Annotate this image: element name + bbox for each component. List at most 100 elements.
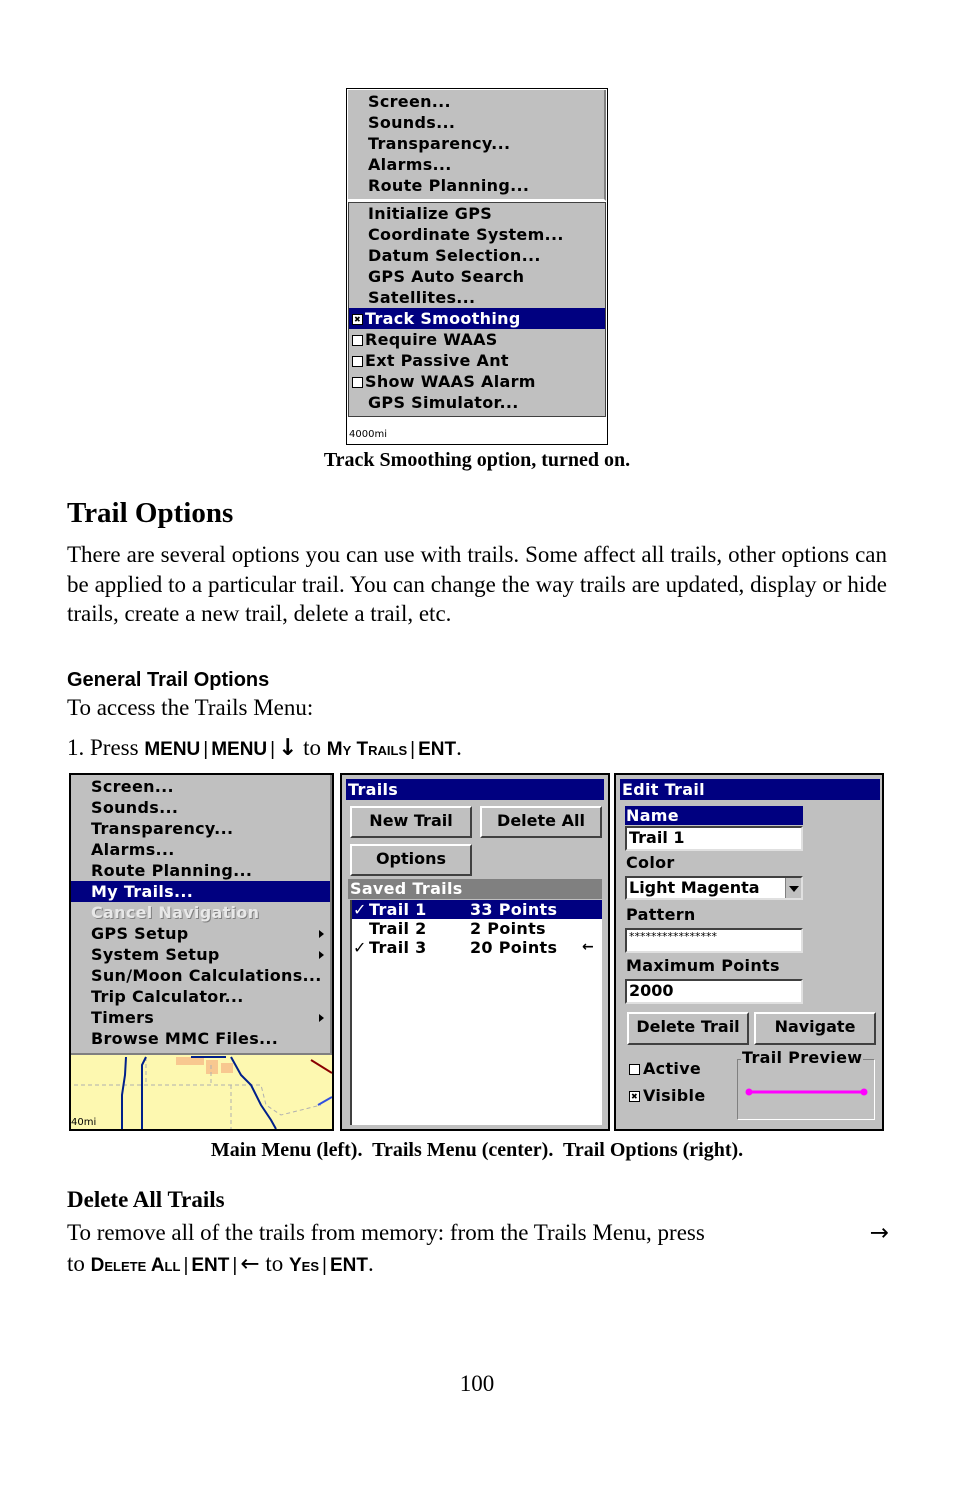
figure2-caption: Main Menu (left). Trails Menu (center). … — [210, 1139, 744, 1161]
main-menu-item[interactable]: Browse MMC Files... — [71, 1028, 330, 1049]
trail-preview-line — [745, 1088, 868, 1096]
menu-item-label: Browse MMC Files... — [91, 1029, 279, 1048]
menu-item-label: Require WAAS — [365, 330, 498, 349]
menu-item-label: Track Smoothing — [365, 309, 521, 328]
checkbox-icon[interactable] — [352, 335, 363, 346]
active-checkbox[interactable]: Active — [629, 1059, 701, 1078]
main-menu-item[interactable]: Trip Calculator... — [71, 986, 330, 1007]
submenu-arrow-icon — [319, 1014, 324, 1022]
maximum-points-input[interactable]: 2000 — [625, 979, 803, 1004]
menu-item-label: Transparency... — [368, 134, 511, 153]
checkbox-icon[interactable] — [352, 314, 363, 325]
key-menu: MENU — [144, 739, 201, 760]
urban-area — [206, 1060, 218, 1074]
menu-item-ext-passive-ant[interactable]: Ext Passive Ant — [349, 350, 605, 371]
menu-item-initialize-gps[interactable]: Initialize GPS — [349, 203, 605, 224]
access-text: To access the Trails Menu: — [67, 695, 314, 720]
main-menu-item: Cancel Navigation — [71, 902, 330, 923]
chevron-down-icon[interactable] — [785, 878, 801, 898]
key-menu: MENU — [211, 739, 268, 760]
maximum-points-label: Maximum Points — [626, 956, 780, 975]
main-menu-item[interactable]: Screen... — [71, 776, 330, 797]
menu-item-gps-auto-search[interactable]: GPS Auto Search — [349, 266, 605, 287]
edit-trail-title-bar: Edit Trail — [620, 779, 880, 800]
trail-list-item[interactable]: Trail 2 2 Points — [352, 919, 602, 938]
main-menu-item[interactable]: Timers — [71, 1007, 330, 1028]
menu-item-satellites[interactable]: Satellites... — [349, 287, 605, 308]
main-menu-screen: Screen... Sounds... Transparency... Alarms.… — [69, 773, 334, 1131]
menu-item[interactable]: Sounds... — [348, 112, 604, 133]
main-menu-item[interactable]: GPS Setup — [71, 923, 330, 944]
trail-name: Trail 1 — [369, 900, 427, 919]
menu-item[interactable]: Transparency... — [348, 133, 604, 154]
menu-item-coordinate-system[interactable]: Coordinate System... — [349, 224, 605, 245]
current-trail-arrow-icon: ← — [581, 939, 594, 955]
submenu-arrow-icon — [319, 951, 324, 959]
checkbox-icon[interactable] — [352, 377, 363, 388]
figure-gps-menu: Screen... Sounds... Transparency... Alarms.… — [346, 88, 608, 445]
menu-item-label: Alarms... — [368, 155, 452, 174]
checkbox-icon[interactable] — [629, 1064, 640, 1075]
checkmark-icon: ✓ — [353, 938, 367, 957]
checkbox-icon[interactable] — [352, 356, 363, 367]
key-my-trails: My Trails — [326, 739, 408, 760]
trail-name: Trail 3 — [369, 938, 427, 957]
submenu-arrow-icon — [319, 930, 324, 938]
menu-item-label: Trip Calculator... — [91, 987, 244, 1006]
separator: | — [322, 1255, 327, 1276]
menu-item-label: Cancel Navigation — [91, 903, 260, 922]
trail-points: 2 Points — [470, 919, 546, 938]
menu-item[interactable]: Alarms... — [348, 154, 604, 175]
step-1: 1. Press MENU | MENU | ↓ to My Trails | ENT. — [67, 735, 462, 761]
gps-setup-panel: Initialize GPS Coordinate System... Datum … — [348, 202, 606, 417]
key-delete-all: Delete All — [90, 1255, 181, 1276]
delete-all-button[interactable]: Delete All — [480, 806, 602, 838]
visible-checkbox[interactable]: Visible — [629, 1086, 705, 1105]
trail-endpoint — [745, 1088, 753, 1096]
navigate-button[interactable]: Navigate — [754, 1012, 876, 1045]
trail-endpoint — [860, 1088, 868, 1096]
menu-item-require-waas[interactable]: Require WAAS — [349, 329, 605, 350]
menu-item-label: GPS Simulator... — [368, 393, 519, 412]
key-yes: Yes — [288, 1255, 319, 1276]
trail-points: 33 Points — [470, 900, 558, 919]
main-menu-item[interactable]: Transparency... — [71, 818, 330, 839]
menu-item-label: Alarms... — [91, 840, 175, 859]
menu-item-show-waas-alarm[interactable]: Show WAAS Alarm — [349, 371, 605, 392]
menu-item[interactable]: Screen... — [348, 91, 604, 112]
menu-item-track-smoothing[interactable]: Track Smoothing — [349, 308, 605, 329]
key-ent: ENT — [329, 1255, 368, 1276]
menu-item-gps-simulator[interactable]: GPS Simulator... — [349, 392, 605, 413]
saved-trails-list[interactable]: ✓ Trail 1 33 Points Trail 22 Points ✓ Trail 3… — [350, 900, 602, 1125]
menu-item-label: Sounds... — [368, 113, 456, 132]
trail-list-item[interactable]: ✓ Trail 1 33 Points — [352, 900, 602, 919]
delete-all-text-line1: To remove all of the trails from memory:… — [67, 1220, 889, 1246]
trail-list-item[interactable]: ✓ Trail 3 20 Points ← — [352, 938, 602, 957]
main-menu-item[interactable]: Route Planning... — [71, 860, 330, 881]
delete-trail-button[interactable]: Delete Trail — [627, 1012, 749, 1045]
menu-item-label: Satellites... — [368, 288, 476, 307]
options-button[interactable]: Options — [350, 844, 472, 876]
menu-item-datum-selection[interactable]: Datum Selection... — [349, 245, 605, 266]
trail-preview-box: Trail Preview — [737, 1049, 875, 1120]
separator: | — [203, 739, 209, 760]
main-menu-item[interactable]: System Setup — [71, 944, 330, 965]
menu-item[interactable]: Route Planning... — [348, 175, 604, 196]
main-menu-item[interactable]: My Trails... — [71, 881, 330, 902]
section-intro: There are several options you can use wi… — [67, 542, 887, 626]
name-input[interactable]: Trail 1 — [625, 826, 803, 851]
checkbox-icon[interactable] — [629, 1091, 640, 1102]
main-menu-item[interactable]: Alarms... — [71, 839, 330, 860]
down-arrow-icon: ↓ — [278, 735, 298, 761]
main-menu-item[interactable]: Sun/Moon Calculations... — [71, 965, 330, 986]
separator: | — [410, 739, 416, 760]
main-menu-item[interactable]: Sounds... — [71, 797, 330, 818]
main-menu-panel: Screen... Sounds... Transparency... Alarms.… — [71, 775, 332, 1055]
color-select[interactable]: Light Magenta — [625, 876, 803, 900]
new-trail-button[interactable]: New Trail — [350, 806, 472, 838]
to-text: to — [297, 735, 327, 760]
pattern-input[interactable]: **************** — [625, 928, 803, 953]
visible-label: Visible — [643, 1086, 706, 1105]
period: . — [367, 1251, 374, 1276]
step-prefix: 1. Press — [67, 735, 145, 760]
